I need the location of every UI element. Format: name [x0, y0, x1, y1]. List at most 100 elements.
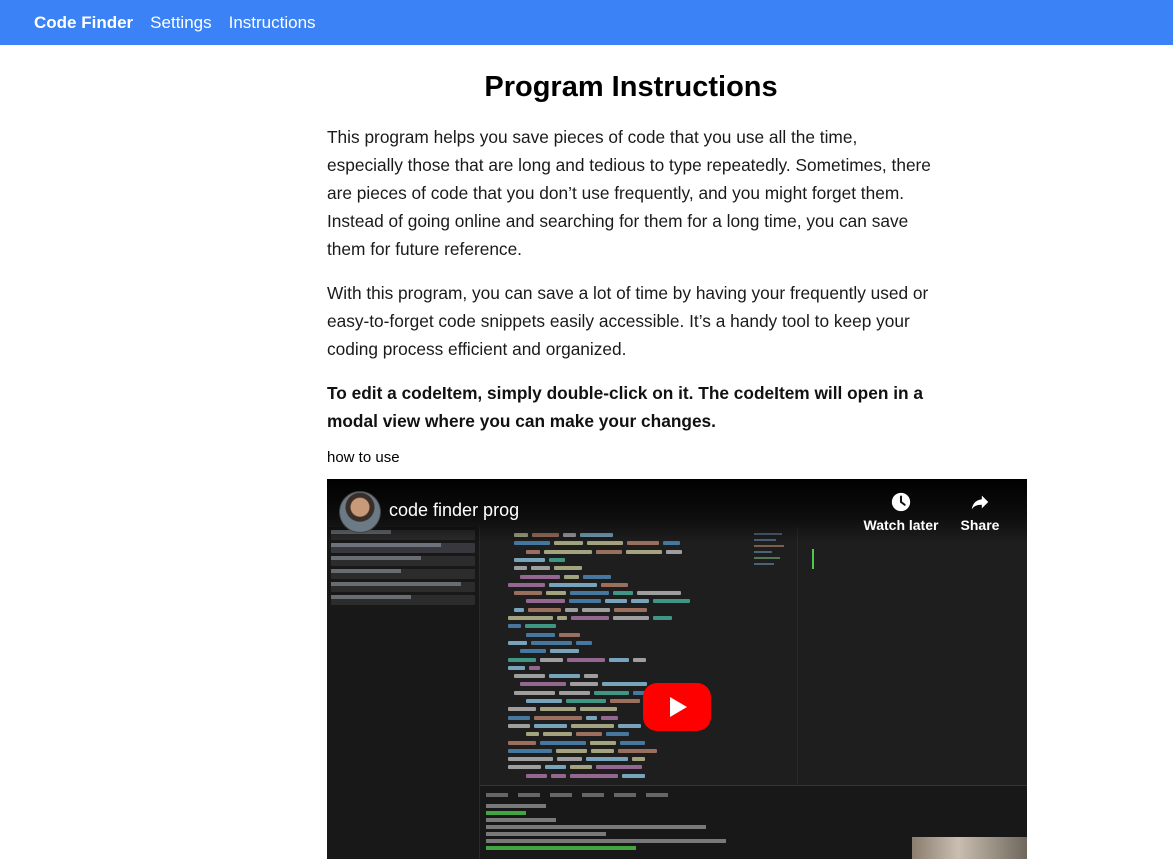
code-line-segment — [620, 740, 645, 745]
video-frame-explorer — [327, 527, 480, 859]
code-line-segment — [596, 765, 642, 770]
code-line-segment — [564, 574, 579, 579]
code-line-segment — [556, 748, 587, 753]
code-line-segment — [534, 715, 582, 720]
watch-later-label: Watch later — [863, 517, 939, 533]
nav-link-instructions[interactable]: Instructions — [229, 13, 316, 33]
code-line-segment — [520, 682, 566, 687]
code-line-segment — [534, 723, 567, 728]
code-line-segment — [520, 574, 560, 579]
code-line-segment — [549, 557, 565, 562]
nav-link-settings[interactable]: Settings — [150, 13, 211, 33]
code-line-segment — [529, 665, 540, 670]
code-line-segment — [526, 699, 562, 703]
code-line-segment — [540, 707, 576, 712]
channel-avatar[interactable] — [339, 491, 381, 533]
code-line-segment — [526, 732, 539, 737]
code-line-segment — [626, 549, 662, 554]
code-line-segment — [551, 773, 566, 778]
code-line-segment — [525, 624, 556, 629]
code-line-segment — [576, 732, 602, 737]
navbar: Code Finder Settings Instructions — [0, 0, 1173, 45]
code-line-segment — [557, 616, 567, 620]
code-line-segment — [508, 582, 545, 587]
code-line-segment — [576, 640, 592, 645]
code-line-segment — [508, 757, 553, 762]
code-line-segment — [566, 699, 606, 703]
code-line-segment — [549, 674, 580, 679]
code-line-segment — [514, 566, 527, 571]
code-line-segment — [543, 732, 572, 737]
code-line-segment — [637, 591, 681, 596]
code-line-segment — [508, 616, 553, 620]
code-line-segment — [546, 591, 566, 596]
code-line-segment — [508, 723, 530, 728]
code-line-segment — [526, 549, 540, 554]
code-line-segment — [508, 740, 536, 745]
code-line-segment — [653, 599, 690, 604]
code-line-segment — [610, 699, 640, 703]
code-line-segment — [613, 616, 649, 620]
play-button[interactable] — [643, 683, 711, 731]
code-line-segment — [570, 591, 609, 596]
code-line-segment — [580, 707, 617, 712]
code-line-segment — [565, 607, 578, 612]
edit-hint-paragraph: To edit a codeItem, simply double-click … — [327, 383, 923, 431]
code-line-segment — [508, 640, 527, 645]
code-line-segment — [531, 640, 572, 645]
code-line-segment — [508, 624, 521, 629]
main-content: Program Instructions This program helps … — [327, 45, 937, 467]
code-line-segment — [609, 657, 629, 662]
watch-later-button[interactable]: Watch later — [857, 491, 945, 533]
code-line-segment — [508, 715, 530, 720]
page-title: Program Instructions — [484, 71, 778, 103]
code-line-segment — [508, 765, 541, 770]
intro-paragraph: This program helps you save pieces of co… — [327, 127, 931, 259]
code-line-segment — [590, 740, 616, 745]
code-line-segment — [606, 732, 629, 737]
video-embed[interactable]: code finder prog Watch later Share — [327, 479, 1027, 859]
code-line-segment — [605, 599, 627, 604]
code-line-segment — [584, 674, 598, 679]
code-line-segment — [596, 549, 622, 554]
code-line-segment — [545, 765, 566, 770]
code-line-segment — [614, 607, 647, 612]
code-line-segment — [549, 582, 597, 587]
code-line-segment — [559, 632, 580, 637]
code-line-segment — [618, 748, 657, 753]
code-line-segment — [557, 757, 582, 762]
code-line-segment — [569, 599, 601, 604]
code-line-segment — [653, 616, 672, 620]
code-line-segment — [601, 715, 618, 720]
code-line-segment — [528, 607, 561, 612]
code-line-segment — [586, 757, 628, 762]
code-line-segment — [618, 723, 641, 728]
code-line-segment — [586, 715, 597, 720]
code-line-segment — [514, 557, 545, 562]
code-line-segment — [570, 765, 592, 770]
share-button[interactable]: Share — [957, 491, 1003, 533]
code-line-segment — [622, 773, 645, 778]
code-line-segment — [526, 773, 547, 778]
code-line-segment — [508, 665, 525, 670]
code-line-segment — [554, 566, 582, 571]
code-line-segment — [514, 690, 555, 695]
brand-link[interactable]: Code Finder — [34, 13, 133, 33]
code-line-segment — [520, 649, 546, 654]
code-line-segment — [570, 773, 618, 778]
code-line-segment — [540, 740, 586, 745]
video-frame-editor — [480, 527, 750, 785]
video-title[interactable]: code finder prog — [389, 500, 519, 521]
code-line-segment — [508, 657, 536, 662]
code-line-segment — [526, 599, 565, 604]
code-line-segment — [571, 723, 614, 728]
clock-icon — [891, 492, 911, 512]
code-line-segment — [601, 582, 628, 587]
code-line-segment — [571, 616, 609, 620]
code-line-segment — [514, 607, 524, 612]
play-icon — [670, 697, 687, 717]
code-line-segment — [514, 674, 545, 679]
code-line-segment — [583, 574, 611, 579]
code-line-segment — [508, 707, 536, 712]
code-line-segment — [550, 649, 579, 654]
